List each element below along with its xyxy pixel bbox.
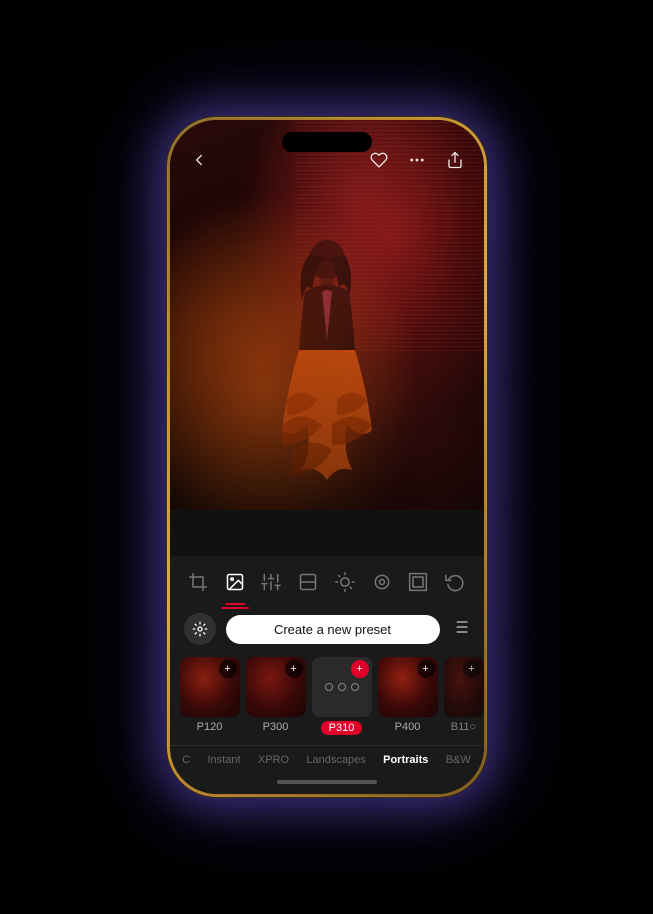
bottom-panel: Create a new preset xyxy=(170,556,484,794)
tool-frame[interactable] xyxy=(404,568,432,601)
presets-scroll-area: + P120 + P300 xyxy=(170,653,484,745)
tab-bw[interactable]: B&W xyxy=(442,752,475,768)
preset-add-p120[interactable]: + xyxy=(219,660,237,678)
photo-area xyxy=(170,120,484,510)
preset-item-p300: + P300 xyxy=(246,657,306,735)
dot-1 xyxy=(325,683,333,691)
tool-history[interactable] xyxy=(441,568,469,601)
preset-item-p120: + P120 xyxy=(180,657,240,735)
preset-add-p310[interactable]: + xyxy=(351,660,369,678)
home-indicator xyxy=(170,776,484,794)
preset-thumb-b110[interactable]: + xyxy=(444,657,484,717)
preset-settings-button[interactable] xyxy=(184,613,216,645)
tool-row xyxy=(170,556,484,607)
tool-effects[interactable] xyxy=(331,568,359,601)
dot-2 xyxy=(338,683,346,691)
phone-frame: Create a new preset xyxy=(167,117,487,797)
tool-adjust[interactable] xyxy=(257,568,285,601)
tab-c[interactable]: C xyxy=(178,752,194,768)
phone-screen: Create a new preset xyxy=(170,120,484,794)
preset-label-p400: P400 xyxy=(395,721,421,733)
preset-label-p120: P120 xyxy=(197,721,223,733)
tab-landscapes[interactable]: Landscapes xyxy=(302,752,369,768)
dynamic-island xyxy=(282,132,372,152)
share-button[interactable] xyxy=(446,151,464,174)
toolbar-right-actions xyxy=(370,151,464,174)
preset-thumb-p400[interactable]: + xyxy=(378,657,438,717)
preset-label-p310: P310 xyxy=(321,721,363,735)
preset-label-p300: P300 xyxy=(263,721,289,733)
tool-tone[interactable] xyxy=(294,568,322,601)
preset-controls-row: Create a new preset xyxy=(170,605,484,653)
list-view-button[interactable] xyxy=(450,617,470,642)
home-bar xyxy=(277,780,377,784)
preset-add-p300[interactable]: + xyxy=(285,660,303,678)
preset-item-b110: + B11○ xyxy=(444,657,484,735)
preset-thumb-p310[interactable]: + xyxy=(312,657,372,717)
tool-photo[interactable] xyxy=(221,568,249,601)
preset-item-p310: + P310 xyxy=(312,657,372,735)
create-preset-button[interactable]: Create a new preset xyxy=(226,615,440,644)
preset-add-p400[interactable]: + xyxy=(417,660,435,678)
preset-thumb-p300[interactable]: + xyxy=(246,657,306,717)
tab-xpro[interactable]: XPRO xyxy=(254,752,293,768)
more-button[interactable] xyxy=(408,151,426,174)
category-tabs: C Instant XPRO Landscapes Portraits B&W xyxy=(170,745,484,776)
preset-label-b110: B11○ xyxy=(451,721,476,733)
preset-add-b110[interactable]: + xyxy=(463,660,481,678)
back-button[interactable] xyxy=(190,151,208,174)
preset-thumb-p120[interactable]: + xyxy=(180,657,240,717)
tool-crop[interactable] xyxy=(184,568,212,601)
preset-item-p400: + P400 xyxy=(378,657,438,735)
tab-instant[interactable]: Instant xyxy=(203,752,244,768)
heart-button[interactable] xyxy=(370,151,388,174)
tool-optics[interactable] xyxy=(368,568,396,601)
tab-portraits[interactable]: Portraits xyxy=(379,752,432,768)
dot-3 xyxy=(351,683,359,691)
